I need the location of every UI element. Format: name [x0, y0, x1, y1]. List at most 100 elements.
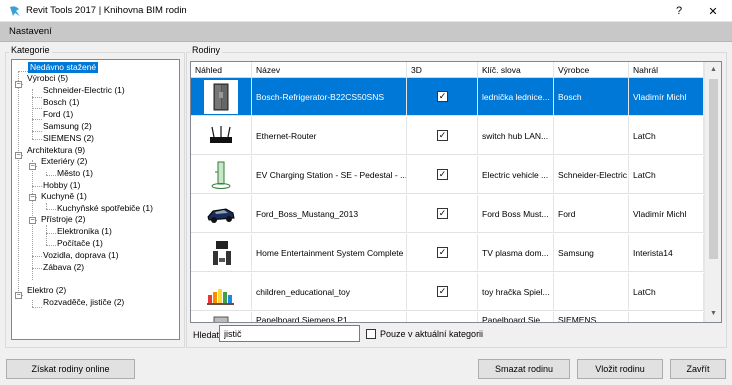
category-tree[interactable]: − − − − − − Nedávno stažené Výrobci (5) …	[11, 59, 180, 340]
families-table[interactable]: Náhled Název 3D Klíč. slova Výrobce Nahr…	[190, 61, 722, 323]
table-row[interactable]: Ethernet-Router ✓ switch hub LAN... LatC…	[191, 117, 704, 155]
tree-collapse-toggle[interactable]: −	[29, 163, 36, 170]
table-row[interactable]: children_educational_toy ✓ toy hračka Sp…	[191, 273, 704, 311]
tree-collapse-toggle[interactable]: −	[29, 194, 36, 201]
row-manufacturer: Schneider-Electric	[554, 156, 629, 194]
close-window-button[interactable]: ✕	[698, 0, 728, 22]
car-icon	[204, 197, 238, 231]
3d-checkbox[interactable]: ✓	[437, 247, 448, 258]
row-keywords: Panelboard Sie...	[478, 312, 554, 322]
column-header-manufacturer[interactable]: Výrobce	[554, 62, 629, 78]
table-row[interactable]: Bosch-Refrigerator-B22CS50SNS ✓ lednička…	[191, 78, 704, 116]
row-name: Bosch-Refrigerator-B22CS50SNS	[252, 78, 407, 116]
row-name: Home Entertainment System Complete	[252, 234, 407, 272]
tree-node-exteriors[interactable]: Exteriéry (2)	[41, 156, 87, 167]
app-logo-icon	[10, 6, 20, 16]
column-header-3d[interactable]: 3D	[407, 62, 478, 78]
only-current-category-label[interactable]: Pouze v aktuální kategorii	[380, 329, 483, 339]
table-row[interactable]: EV Charging Station - SE - Pedestal - ..…	[191, 156, 704, 194]
tree-node-electronics[interactable]: Elektronika (1)	[57, 226, 112, 237]
tree-node-siemens[interactable]: SIEMENS (2)	[43, 133, 94, 144]
column-header-preview[interactable]: Náhled	[191, 62, 252, 78]
title-bar: Revit Tools 2017 | Knihovna BIM rodin ? …	[0, 0, 732, 22]
scrollbar-thumb[interactable]	[709, 79, 718, 259]
row-name: Ford_Boss_Mustang_2013	[252, 195, 407, 233]
scroll-down-icon[interactable]: ▼	[705, 306, 721, 322]
tree-node-electro[interactable]: Elektro (2)	[27, 285, 66, 296]
row-name: Ethernet-Router	[252, 117, 407, 155]
row-manufacturer: Ford	[554, 195, 629, 233]
tree-node-recent[interactable]: Nedávno stažené	[28, 62, 99, 73]
families-group-label: Rodiny	[190, 45, 223, 55]
row-name: children_educational_toy	[252, 273, 407, 311]
tree-node-manufacturers[interactable]: Výrobci (5)	[27, 73, 68, 84]
row-keywords: lednička lednice...	[478, 78, 554, 116]
delete-family-button[interactable]: Smazat rodinu	[478, 359, 570, 379]
tree-node-architecture[interactable]: Architektura (9)	[27, 145, 85, 156]
table-row[interactable]: Panelboard Siemens P1 Panelboard Sie... …	[191, 312, 704, 322]
close-button[interactable]: Zavřít	[670, 359, 726, 379]
toy-icon	[204, 275, 238, 309]
row-name: EV Charging Station - SE - Pedestal - ..…	[252, 156, 407, 194]
table-row[interactable]: Ford_Boss_Mustang_2013 ✓ Ford Boss Must.…	[191, 195, 704, 233]
row-manufacturer: SIEMENS	[554, 312, 629, 322]
refrigerator-icon	[204, 80, 238, 114]
row-manufacturer: Bosch	[554, 78, 629, 116]
tree-node-kitchen-appliances[interactable]: Kuchyňské spotřebiče (1)	[57, 203, 153, 214]
panelboard-icon	[204, 314, 238, 322]
menu-bar: Nastavení	[0, 22, 732, 42]
column-header-keywords[interactable]: Klíč. slova	[478, 62, 554, 78]
row-uploader: Vladimír Michl	[629, 78, 704, 116]
tree-node-devices[interactable]: Přístroje (2)	[41, 214, 85, 225]
row-manufacturer: Samsung	[554, 234, 629, 272]
entertainment-system-icon	[204, 236, 238, 270]
row-uploader: Interista14	[629, 234, 704, 272]
row-manufacturer	[554, 117, 629, 155]
row-name: Panelboard Siemens P1	[252, 312, 407, 322]
scroll-up-icon[interactable]: ▲	[705, 62, 721, 78]
column-header-uploader[interactable]: Nahrál	[629, 62, 704, 78]
row-keywords: switch hub LAN...	[478, 117, 554, 155]
3d-checkbox[interactable]: ✓	[437, 286, 448, 297]
get-families-online-button[interactable]: Získat rodiny online	[6, 359, 135, 379]
3d-checkbox[interactable]: ✓	[437, 91, 448, 102]
tree-node-entertainment[interactable]: Zábava (2)	[43, 262, 84, 273]
row-uploader: LatCh	[629, 273, 704, 311]
tree-collapse-toggle[interactable]: −	[29, 217, 36, 224]
3d-checkbox[interactable]: ✓	[437, 208, 448, 219]
tree-node-bosch[interactable]: Bosch (1)	[43, 97, 79, 108]
table-vertical-scrollbar[interactable]: ▲ ▼	[704, 62, 721, 322]
row-uploader: LatCh	[629, 117, 704, 155]
menu-settings[interactable]: Nastavení	[9, 26, 52, 37]
tree-collapse-toggle[interactable]: −	[15, 292, 22, 299]
tree-collapse-toggle[interactable]: −	[15, 152, 22, 159]
table-row[interactable]: Home Entertainment System Complete ✓ TV …	[191, 234, 704, 272]
search-input[interactable]	[219, 325, 360, 342]
search-label: Hledat	[193, 330, 220, 340]
only-current-category-checkbox[interactable]	[366, 329, 376, 339]
tree-node-ford[interactable]: Ford (1)	[43, 109, 73, 120]
tree-node-schneider[interactable]: Schneider-Electric (1)	[43, 85, 125, 96]
tree-collapse-toggle[interactable]: −	[15, 81, 22, 88]
tree-node-vehicles[interactable]: Vozidla, doprava (1)	[43, 250, 119, 261]
charging-station-icon	[204, 158, 238, 192]
tree-node-city[interactable]: Město (1)	[57, 168, 93, 179]
tree-node-switchboards[interactable]: Rozvaděče, jističe (2)	[43, 297, 124, 308]
row-uploader: Vladimír Michl	[629, 195, 704, 233]
router-icon	[204, 119, 238, 153]
category-group-label: Kategorie	[9, 45, 52, 55]
row-keywords: Ford Boss Must...	[478, 195, 554, 233]
tree-node-samsung[interactable]: Samsung (2)	[43, 121, 92, 132]
row-manufacturer	[554, 273, 629, 311]
tree-node-kitchen[interactable]: Kuchyně (1)	[41, 191, 87, 202]
3d-checkbox[interactable]: ✓	[437, 169, 448, 180]
tree-node-hobby[interactable]: Hobby (1)	[43, 180, 80, 191]
window-title: Revit Tools 2017 | Knihovna BIM rodin	[26, 5, 187, 16]
help-button[interactable]: ?	[664, 0, 694, 22]
row-uploader: LatCh	[629, 156, 704, 194]
tree-node-computers[interactable]: Počítače (1)	[57, 238, 103, 249]
table-header: Náhled Název 3D Klíč. slova Výrobce Nahr…	[191, 62, 704, 78]
column-header-name[interactable]: Název	[252, 62, 407, 78]
3d-checkbox[interactable]: ✓	[437, 130, 448, 141]
insert-family-button[interactable]: Vložit rodinu	[577, 359, 663, 379]
